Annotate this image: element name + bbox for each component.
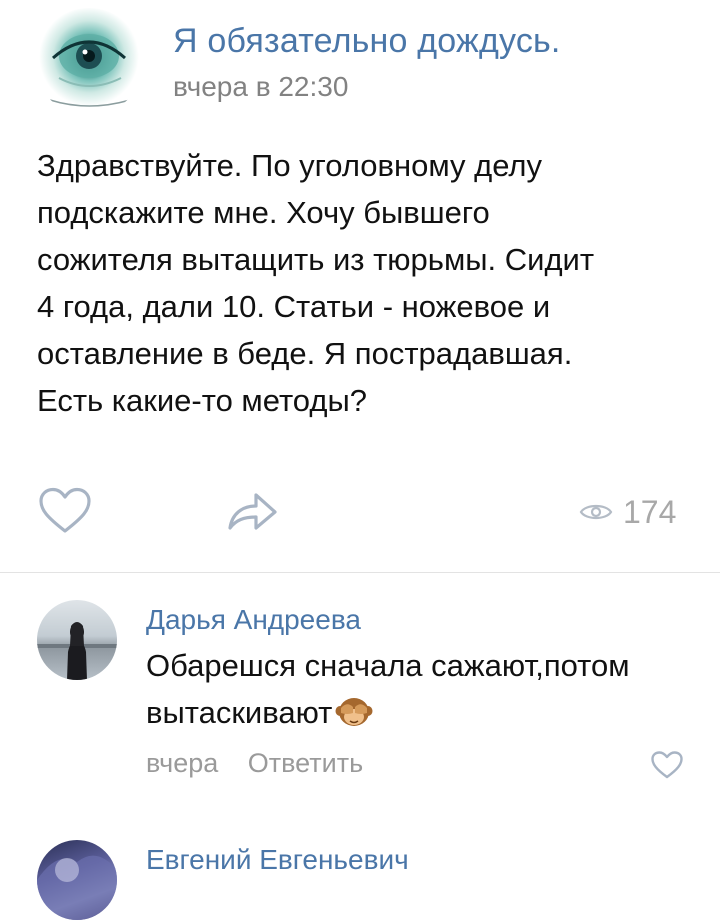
abstract-avatar-icon	[37, 855, 117, 920]
wall-post: Я обязательно дождусь. вчера в 22:30 Здр…	[0, 0, 720, 570]
share-arrow-icon	[228, 493, 277, 530]
comment-avatar[interactable]	[37, 840, 117, 920]
heart-outline-icon	[651, 751, 683, 779]
comment-author-name[interactable]: Дарья Андреева	[146, 604, 361, 636]
post-author-name[interactable]: Я обязательно дождусь.	[173, 22, 561, 61]
eye-artwork-icon	[49, 34, 131, 107]
post-text-line: Есть какие-то методы?	[37, 383, 367, 418]
post-text-line: 4 года, дали 10. Статьи - ножевое и	[37, 289, 551, 324]
views-count: 174	[623, 493, 677, 530]
post-text-line: подскажите мне. Хочу бывшего	[37, 195, 490, 230]
post-divider	[0, 572, 720, 573]
comment-avatar[interactable]	[37, 600, 117, 680]
comment-text-line: вытаскивают	[146, 689, 686, 736]
share-button[interactable]	[224, 486, 280, 536]
post-text: Здравствуйте. По уголовному делу подскаж…	[37, 142, 697, 424]
comment: Евгений Евгеньевич	[0, 820, 720, 920]
post-text-line: оставление в беде. Я пострадавшая.	[37, 336, 573, 371]
like-button[interactable]	[37, 486, 93, 536]
comment-meta: вчера Ответить	[146, 748, 363, 779]
comment-like-button[interactable]	[650, 750, 684, 780]
post-text-line: сожителя вытащить из тюрьмы. Сидит	[37, 242, 595, 277]
comment-author-name[interactable]: Евгений Евгеньевич	[146, 844, 409, 876]
person-silhouette-icon	[37, 622, 117, 680]
views-counter: 174	[579, 492, 676, 532]
post-timestamp[interactable]: вчера в 22:30	[173, 71, 348, 103]
heart-outline-icon	[39, 487, 91, 533]
comment-text: Обарешся сначала сажают,потом вытаскиваю…	[146, 642, 686, 736]
comment-text-line: Обарешся сначала сажают,потом	[146, 648, 630, 683]
reply-button[interactable]: Ответить	[248, 748, 363, 778]
author-avatar[interactable]	[35, 8, 143, 116]
comment-text-fragment: вытаскивают	[146, 695, 333, 730]
eye-icon	[579, 504, 613, 520]
post-text-line: Здравствуйте. По уголовному делу	[37, 148, 543, 183]
comment-timestamp: вчера	[146, 748, 219, 778]
see-no-evil-monkey-icon	[335, 698, 373, 726]
comment: Дарья Андреева Обарешся сначала сажают,п…	[0, 590, 720, 810]
